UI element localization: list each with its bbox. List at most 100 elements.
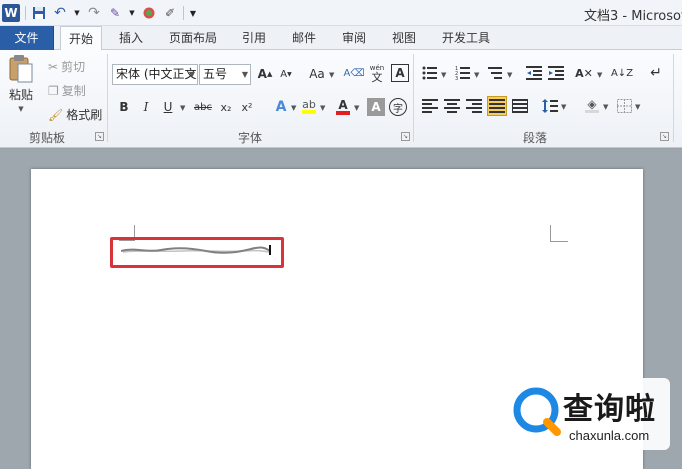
paste-dropdown-icon[interactable]: ▼ <box>18 105 23 113</box>
char-border-button[interactable]: A <box>391 64 409 82</box>
multilevel-list-button[interactable] <box>487 64 505 82</box>
text-effect-button[interactable]: A <box>272 98 290 116</box>
highlighter-icon: ab <box>302 99 316 114</box>
scissors-icon: ✂ <box>48 59 59 74</box>
font-color-dropdown-icon[interactable]: ▼ <box>354 104 359 112</box>
save-icon[interactable] <box>31 5 47 21</box>
format-dropdown-icon[interactable]: ▼ <box>128 5 136 21</box>
align-right-button[interactable] <box>465 97 483 115</box>
change-case-icon: Aa <box>309 67 325 81</box>
align-left-button[interactable] <box>421 97 439 115</box>
font-name-combo[interactable]: 宋体 (中文正文) ▼ <box>112 64 198 85</box>
increase-indent-icon <box>548 66 564 80</box>
shrink-font-button[interactable]: A ▼ <box>277 65 295 83</box>
paragraph-mark-icon: ↵ <box>650 65 662 81</box>
superscript-button[interactable]: x² <box>238 98 256 116</box>
chinese-layout-dropdown-icon[interactable]: ▼ <box>597 71 602 79</box>
word-logo-icon[interactable]: W <box>2 4 20 22</box>
borders-dropdown-icon[interactable]: ▼ <box>635 103 640 111</box>
multilevel-list-dropdown-icon[interactable]: ▼ <box>507 71 512 79</box>
tab-developer[interactable]: 开发工具 <box>436 26 496 50</box>
copy-button[interactable]: ❐ 复制 <box>48 82 86 99</box>
increase-indent-button[interactable] <box>547 64 565 82</box>
bullets-dropdown-icon[interactable]: ▼ <box>441 71 446 79</box>
underline-button[interactable]: U <box>159 98 177 116</box>
copy-icon: ❐ <box>48 83 59 98</box>
show-marks-button[interactable]: ↵ <box>647 64 665 82</box>
customize-qat-icon[interactable]: ▼ <box>189 5 197 21</box>
margin-corner-top-right <box>550 225 568 242</box>
tab-page-layout[interactable]: 页面布局 <box>164 26 222 50</box>
strikethrough-button[interactable]: abc <box>192 98 214 116</box>
bullets-button[interactable] <box>421 64 439 82</box>
numbering-button[interactable]: 123 <box>454 64 472 82</box>
grow-font-button[interactable]: A ▲ <box>256 65 274 83</box>
paste-label: 粘贴 <box>8 88 33 102</box>
shading-button[interactable]: ◈ <box>583 97 601 115</box>
change-case-dropdown-icon[interactable]: ▼ <box>329 71 334 79</box>
clipboard-launcher-icon[interactable]: ↘ <box>95 132 104 141</box>
redo-icon[interactable]: ↷ <box>86 5 102 21</box>
watermark-url: chaxunla.com <box>569 428 650 443</box>
group-separator <box>107 54 108 142</box>
tab-references[interactable]: 引用 <box>236 26 272 50</box>
enclose-char-button[interactable]: 字 <box>389 98 407 116</box>
paragraph-launcher-icon[interactable]: ↘ <box>660 132 669 141</box>
undo-icon[interactable]: ↶ <box>52 5 68 21</box>
font-color-button[interactable]: A <box>334 98 352 116</box>
borders-button[interactable] <box>615 97 633 115</box>
cut-button[interactable]: ✂ 剪切 <box>48 58 85 75</box>
align-left-icon <box>422 99 438 113</box>
tab-insert[interactable]: 插入 <box>112 26 150 50</box>
quick-access-toolbar: W ↶ ▼ ↷ ✎ ▼ ✐ ▼ <box>2 3 197 23</box>
font-size-combo[interactable]: 五号 ▼ <box>199 64 251 85</box>
tab-mailings[interactable]: 邮件 <box>286 26 322 50</box>
align-center-button[interactable] <box>443 97 461 115</box>
ribbon: 粘贴 ▼ ✂ 剪切 ❐ 复制 🖌 格式刷 剪贴板 ↘ 宋体 (中文正文) ▼ 五… <box>0 50 682 148</box>
shading-dropdown-icon[interactable]: ▼ <box>603 103 608 111</box>
chinese-layout-icon: A✕ <box>575 66 593 80</box>
change-case-button[interactable]: Aa <box>306 65 328 83</box>
tab-review[interactable]: 审阅 <box>336 26 372 50</box>
strikethrough-icon: abc <box>194 101 212 113</box>
char-border-icon: A <box>395 66 405 80</box>
subscript-button[interactable]: x₂ <box>217 98 235 116</box>
enclose-char-icon: 字 <box>393 103 403 115</box>
char-shading-icon: A <box>371 100 381 114</box>
text-effect-dropdown-icon[interactable]: ▼ <box>291 104 296 112</box>
paint-bucket-icon: ◈ <box>585 98 599 113</box>
font-launcher-icon[interactable]: ↘ <box>401 132 410 141</box>
format-painter-button[interactable]: 🖌 格式刷 <box>48 106 102 123</box>
line-spacing-button[interactable] <box>541 97 559 115</box>
tab-home[interactable]: 开始 <box>60 26 102 51</box>
tab-file[interactable]: 文件 <box>0 26 54 50</box>
paste-button[interactable]: 粘贴 ▼ <box>8 54 34 113</box>
tab-view[interactable]: 视图 <box>386 26 422 50</box>
sort-button[interactable]: A↓Z <box>611 64 633 82</box>
group-separator <box>413 54 414 142</box>
highlight-dropdown-icon[interactable]: ▼ <box>320 104 325 112</box>
decrease-indent-button[interactable] <box>525 64 543 82</box>
line-spacing-dropdown-icon[interactable]: ▼ <box>561 103 566 111</box>
format-icon[interactable]: ✎ <box>107 5 123 21</box>
chinese-layout-button[interactable]: A✕ <box>575 64 593 82</box>
paragraph-group-label: 段落 <box>522 131 547 145</box>
distributed-button[interactable] <box>511 97 529 115</box>
numbering-dropdown-icon[interactable]: ▼ <box>474 71 479 79</box>
char-shading-button[interactable]: A <box>367 98 385 116</box>
justify-button[interactable] <box>487 96 507 116</box>
highlight-button[interactable]: ab <box>300 98 318 116</box>
font-size-dropdown-icon[interactable]: ▼ <box>242 65 248 84</box>
bold-button[interactable]: B <box>115 98 133 116</box>
color-icon[interactable] <box>141 5 157 21</box>
phonetic-guide-button[interactable]: wén 文 <box>367 64 387 83</box>
underline-dropdown-icon[interactable]: ▼ <box>180 104 185 112</box>
font-name-dropdown-icon[interactable]: ▼ <box>189 65 195 84</box>
align-right-icon <box>466 99 482 113</box>
clear-format-button[interactable]: A⌫ <box>344 64 365 82</box>
undo-dropdown-icon[interactable]: ▼ <box>73 5 81 21</box>
justify-icon <box>489 99 505 113</box>
draw-icon[interactable]: ✐ <box>162 5 178 21</box>
italic-button[interactable]: I <box>137 98 155 116</box>
decrease-indent-icon <box>526 66 542 80</box>
